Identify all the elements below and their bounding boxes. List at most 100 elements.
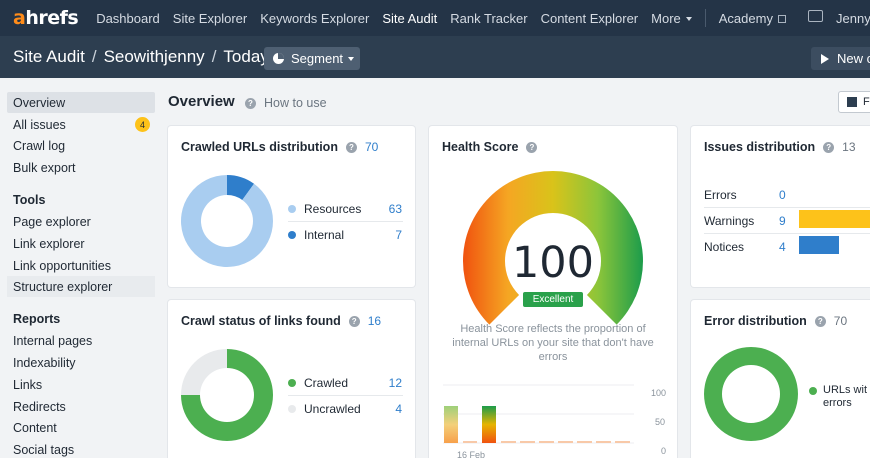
legend-dot: [809, 387, 817, 395]
error-distribution-card: Error distribution? 70 URLs wit errors: [691, 300, 870, 458]
main-nav: Dashboard Site Explorer Keywords Explore…: [96, 9, 799, 27]
issue-row-notices[interactable]: Notices: [704, 240, 744, 254]
new-crawl-button[interactable]: New c: [811, 47, 870, 70]
breadcrumb-project[interactable]: Seowithjenny: [104, 47, 205, 67]
breadcrumb-separator: /: [91, 47, 97, 66]
legend-dot: [288, 231, 296, 239]
nav-more[interactable]: More: [651, 11, 692, 26]
help-icon[interactable]: ?: [345, 141, 357, 153]
segment-button[interactable]: Segment: [264, 47, 360, 70]
top-navigation: ahrefs Dashboard Site Explorer Keywords …: [0, 0, 870, 36]
chevron-down-icon: [685, 17, 692, 22]
legend-uncrawled[interactable]: Uncrawled: [288, 402, 361, 416]
legend-dot: [288, 379, 296, 387]
legend-crawled-value[interactable]: 12: [368, 376, 402, 390]
nav-academy[interactable]: Academy: [719, 11, 786, 26]
sidebar-item-link-opportunities[interactable]: Link opportunities: [7, 255, 155, 276]
legend-crawled[interactable]: Crawled: [288, 376, 348, 390]
screen-icon[interactable]: [808, 10, 823, 22]
crawl-status-total[interactable]: 16: [368, 314, 381, 328]
issues-bar-chart: [799, 210, 870, 254]
sidebar-item-crawl-log[interactable]: Crawl log: [7, 135, 155, 156]
legend-resources[interactable]: Resources: [288, 202, 361, 216]
legend-dot: [288, 405, 296, 413]
issue-notices-value[interactable]: 4: [779, 240, 786, 254]
breadcrumb-site-audit[interactable]: Site Audit: [13, 47, 85, 67]
history-bar[interactable]: [596, 441, 611, 443]
nav-site-explorer[interactable]: Site Explorer: [173, 11, 247, 26]
sidebar-item-internal-pages[interactable]: Internal pages: [7, 330, 155, 351]
breadcrumb: Site Audit / Seowithjenny / Today: [13, 47, 280, 67]
history-bar[interactable]: [577, 441, 592, 443]
how-to-use-link[interactable]: ? How to use: [245, 96, 327, 110]
sidebar-item-bulk-export[interactable]: Bulk export: [7, 157, 155, 178]
nav-content-explorer[interactable]: Content Explorer: [541, 11, 639, 26]
legend-resources-value[interactable]: 63: [368, 202, 402, 216]
nav-dashboard[interactable]: Dashboard: [96, 11, 160, 26]
sidebar: Overview All issues 4 Crawl log Bulk expo…: [0, 78, 160, 458]
play-icon: [821, 53, 829, 64]
health-history-chart: [443, 384, 634, 444]
history-bar[interactable]: [615, 441, 630, 443]
sidebar-item-page-explorer[interactable]: Page explorer: [7, 211, 155, 232]
donut-slice-resources[interactable]: [181, 175, 273, 267]
history-bar[interactable]: [444, 406, 458, 443]
legend-urls-with-errors[interactable]: URLs wit errors: [809, 384, 867, 410]
issues-count-badge: 4: [135, 117, 150, 132]
user-menu[interactable]: Jenny: [836, 11, 870, 26]
nav-divider: [704, 9, 706, 27]
history-bar[interactable]: [501, 441, 516, 443]
sidebar-item-all-issues[interactable]: All issues 4: [7, 114, 155, 135]
sidebar-item-content[interactable]: Content: [7, 417, 155, 438]
help-icon[interactable]: ?: [348, 315, 360, 327]
crawl-status-card: Crawl status of links found? 16 Crawled 1…: [168, 300, 415, 458]
history-bar[interactable]: [482, 406, 496, 443]
divider: [288, 395, 403, 396]
health-score-value: 100: [511, 238, 595, 288]
errors-total: 70: [833, 314, 848, 328]
issue-bar-notices[interactable]: [799, 236, 839, 254]
history-bar[interactable]: [463, 441, 477, 443]
sidebar-item-indexability[interactable]: Indexability: [7, 352, 155, 373]
issue-warnings-value[interactable]: 9: [779, 214, 786, 228]
issue-row-errors[interactable]: Errors: [704, 188, 737, 202]
nav-rank-tracker[interactable]: Rank Tracker: [450, 11, 527, 26]
issue-errors-value[interactable]: 0: [779, 188, 786, 202]
issue-bar-warnings[interactable]: [799, 210, 870, 228]
help-icon[interactable]: ?: [823, 141, 835, 153]
sidebar-heading-reports: Reports: [13, 312, 61, 326]
card-title: Error distribution? 70: [704, 314, 848, 328]
nav-keywords-explorer[interactable]: Keywords Explorer: [260, 11, 369, 26]
sidebar-item-overview[interactable]: Overview: [7, 92, 155, 113]
y-tick: 50: [655, 417, 666, 427]
donut-slice-urls-with-errors[interactable]: [704, 347, 798, 441]
card-title: Crawled URLs distribution? 70: [181, 140, 379, 154]
ahrefs-logo[interactable]: ahrefs: [13, 7, 79, 29]
y-tick: 0: [661, 446, 667, 456]
export-button[interactable]: F: [838, 91, 870, 113]
crawled-total[interactable]: 70: [365, 140, 378, 154]
sidebar-item-links[interactable]: Links: [7, 374, 155, 395]
donut-slice-uncrawled[interactable]: [181, 349, 227, 395]
sidebar-item-link-explorer[interactable]: Link explorer: [7, 233, 155, 254]
sidebar-item-redirects[interactable]: Redirects: [7, 396, 155, 417]
help-icon[interactable]: ?: [814, 315, 826, 327]
history-bar[interactable]: [558, 441, 573, 443]
help-icon: ?: [245, 97, 256, 109]
nav-site-audit[interactable]: Site Audit: [382, 11, 437, 26]
legend-internal[interactable]: Internal: [288, 228, 344, 242]
history-bar[interactable]: [520, 441, 535, 443]
history-bar[interactable]: [539, 441, 554, 443]
health-score-description: Health Score reflects the proportion of …: [452, 323, 654, 363]
legend-internal-value[interactable]: 7: [368, 228, 402, 242]
page-title: Overview: [168, 93, 235, 110]
sidebar-item-structure-explorer[interactable]: Structure explorer: [7, 276, 155, 297]
divider: [288, 221, 403, 222]
health-score-card: Health Score? 100 Excellent Health Score…: [429, 126, 677, 458]
sidebar-item-social-tags[interactable]: Social tags: [7, 439, 155, 458]
crawl-status-donut-chart: [181, 349, 273, 441]
issue-row-warnings[interactable]: Warnings: [704, 214, 754, 228]
legend-uncrawled-value[interactable]: 4: [368, 402, 402, 416]
issues-distribution-card: Issues distribution? 13 Errors 0 Warnings…: [691, 126, 870, 287]
chevron-down-icon: [348, 56, 355, 61]
